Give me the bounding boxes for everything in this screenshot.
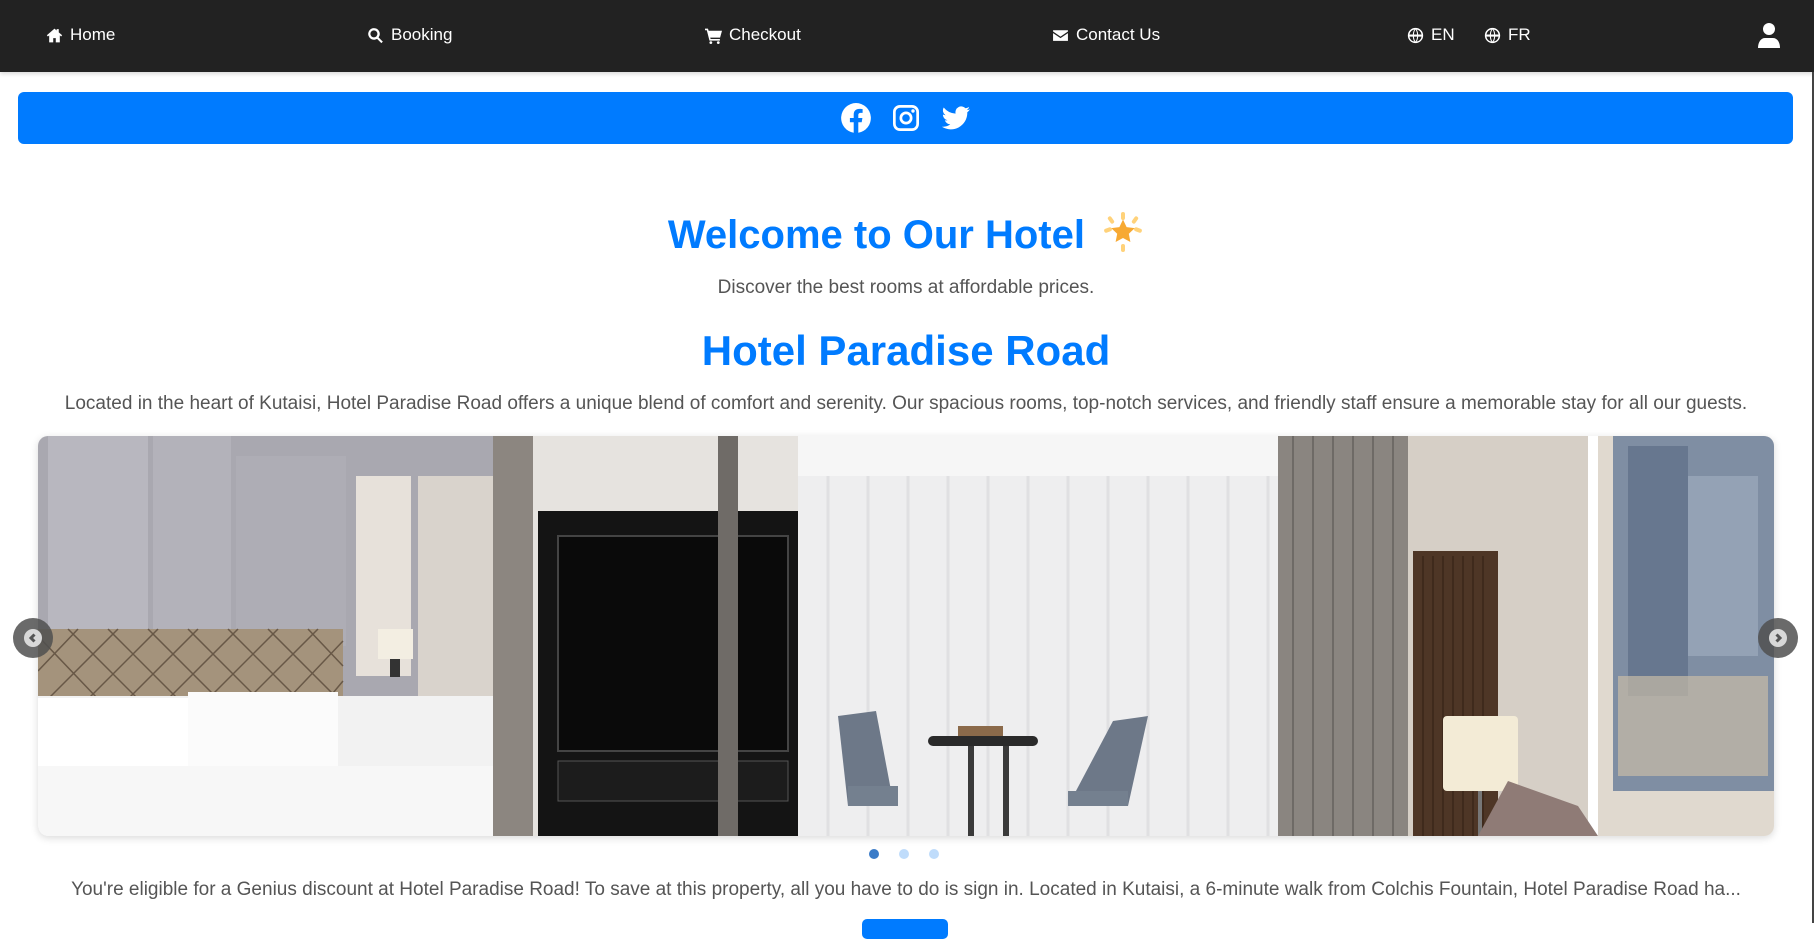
nav-booking-link[interactable]: Booking: [367, 22, 452, 48]
carousel-next-button[interactable]: [1758, 618, 1798, 658]
hotel-description: Located in the heart of Kutaisi, Hotel P…: [64, 393, 1748, 414]
lang-en-link[interactable]: EN: [1407, 22, 1455, 48]
chevron-left-icon: [28, 633, 36, 643]
instagram-icon: [892, 105, 919, 131]
nav-home-label: Home: [70, 25, 116, 44]
twitter-link[interactable]: [940, 102, 972, 134]
carousel-dot-2[interactable]: [899, 849, 909, 859]
lang-fr-link[interactable]: FR: [1484, 22, 1531, 48]
envelope-icon: [1053, 29, 1068, 41]
chevron-right-icon: [1775, 633, 1783, 643]
carousel-indicators: [869, 849, 939, 859]
nav-checkout-link[interactable]: Checkout: [705, 22, 801, 48]
social-links-bar: [18, 92, 1793, 144]
lang-en-label: EN: [1431, 25, 1455, 44]
globe-icon: [1407, 27, 1424, 43]
read-more-button[interactable]: [862, 919, 948, 939]
hero-subtitle: Discover the best rooms at affordable pr…: [717, 277, 1095, 298]
welcome-title: Welcome to Our Hotel: [0, 205, 1812, 265]
room-image-carousel[interactable]: [38, 436, 1774, 836]
instagram-link[interactable]: [890, 102, 922, 134]
nav-contact-label: Contact Us: [1076, 25, 1161, 44]
user-icon: [1758, 23, 1780, 48]
nav-booking-label: Booking: [391, 25, 453, 44]
nav-home-link[interactable]: Home: [46, 22, 115, 48]
welcome-title-text: Welcome to Our Hotel: [667, 213, 1085, 257]
lang-fr-label: FR: [1508, 25, 1531, 44]
search-icon: [368, 27, 383, 43]
cart-icon: [705, 28, 722, 44]
hotel-room-image: [38, 436, 1774, 836]
home-icon: [46, 28, 63, 42]
nav-checkout-label: Checkout: [729, 25, 801, 44]
genius-promo-text: You're eligible for a Genius discount at…: [71, 879, 1741, 900]
star-icon: [1104, 212, 1142, 252]
twitter-icon: [941, 106, 970, 130]
hotel-name-heading: Hotel Paradise Road: [701, 327, 1111, 374]
facebook-icon: [840, 103, 871, 133]
nav-contact-link[interactable]: Contact Us: [1052, 22, 1160, 48]
facebook-link[interactable]: [840, 102, 872, 134]
carousel-prev-button[interactable]: [13, 618, 53, 658]
user-account-button[interactable]: [1756, 21, 1782, 49]
top-navbar: Home Booking Checkout Contact Us EN FR: [0, 0, 1814, 72]
carousel-dot-1[interactable]: [869, 849, 879, 859]
carousel-dot-3[interactable]: [929, 849, 939, 859]
globe-icon: [1484, 27, 1501, 43]
